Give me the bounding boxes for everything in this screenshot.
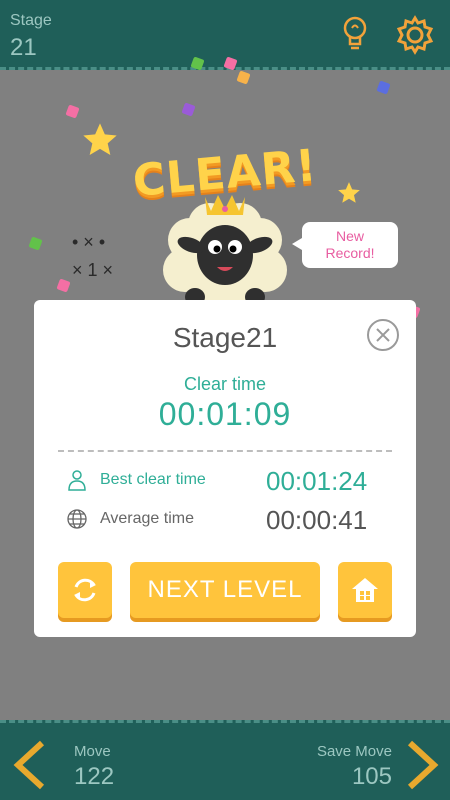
- gear-icon[interactable]: [394, 14, 436, 56]
- new-record-bubble: New Record!: [292, 222, 398, 268]
- average-time-label: Average time: [100, 510, 194, 527]
- dialog-title: Stage21: [172, 322, 278, 353]
- clear-time-label: Clear time: [183, 374, 267, 394]
- result-dialog: Stage21 Clear time 00:01:09 Best clear t…: [34, 300, 416, 637]
- new-record-line: Record!: [325, 245, 375, 261]
- average-time-value: 00:00:41: [266, 505, 368, 535]
- star-icon: [83, 123, 117, 155]
- bottom-bar: Move 122 Save Move 105: [0, 720, 450, 800]
- chevron-left-icon[interactable]: [10, 739, 50, 791]
- move-label: Move: [74, 743, 111, 760]
- board-row: × 1 ×: [72, 260, 114, 280]
- globe-icon: [67, 509, 87, 529]
- close-icon[interactable]: [366, 318, 400, 352]
- sheep-mascot-icon: [163, 195, 287, 310]
- home-icon: [352, 578, 378, 602]
- stage-number: 21: [10, 34, 37, 61]
- save-move-label: Save Move: [316, 743, 392, 760]
- refresh-icon: [74, 578, 96, 602]
- person-icon: [68, 470, 86, 491]
- retry-button[interactable]: [58, 562, 112, 618]
- best-time-value: 00:01:24: [266, 466, 368, 496]
- move-count: 122: [74, 763, 115, 790]
- stage-label: Stage: [10, 12, 52, 29]
- new-record-line: New: [335, 228, 364, 244]
- save-move-count: 105: [351, 763, 392, 790]
- lightbulb-icon[interactable]: [340, 14, 370, 54]
- chevron-right-icon[interactable]: [402, 739, 442, 791]
- divider: [58, 450, 392, 452]
- best-time-label: Best clear time: [100, 471, 206, 488]
- next-level-button[interactable]: NEXT LEVEL: [130, 562, 320, 618]
- board-row: • × •: [72, 232, 106, 252]
- clear-time-value: 00:01:09: [158, 396, 292, 432]
- star-icon: [338, 182, 360, 203]
- home-button[interactable]: [338, 562, 392, 618]
